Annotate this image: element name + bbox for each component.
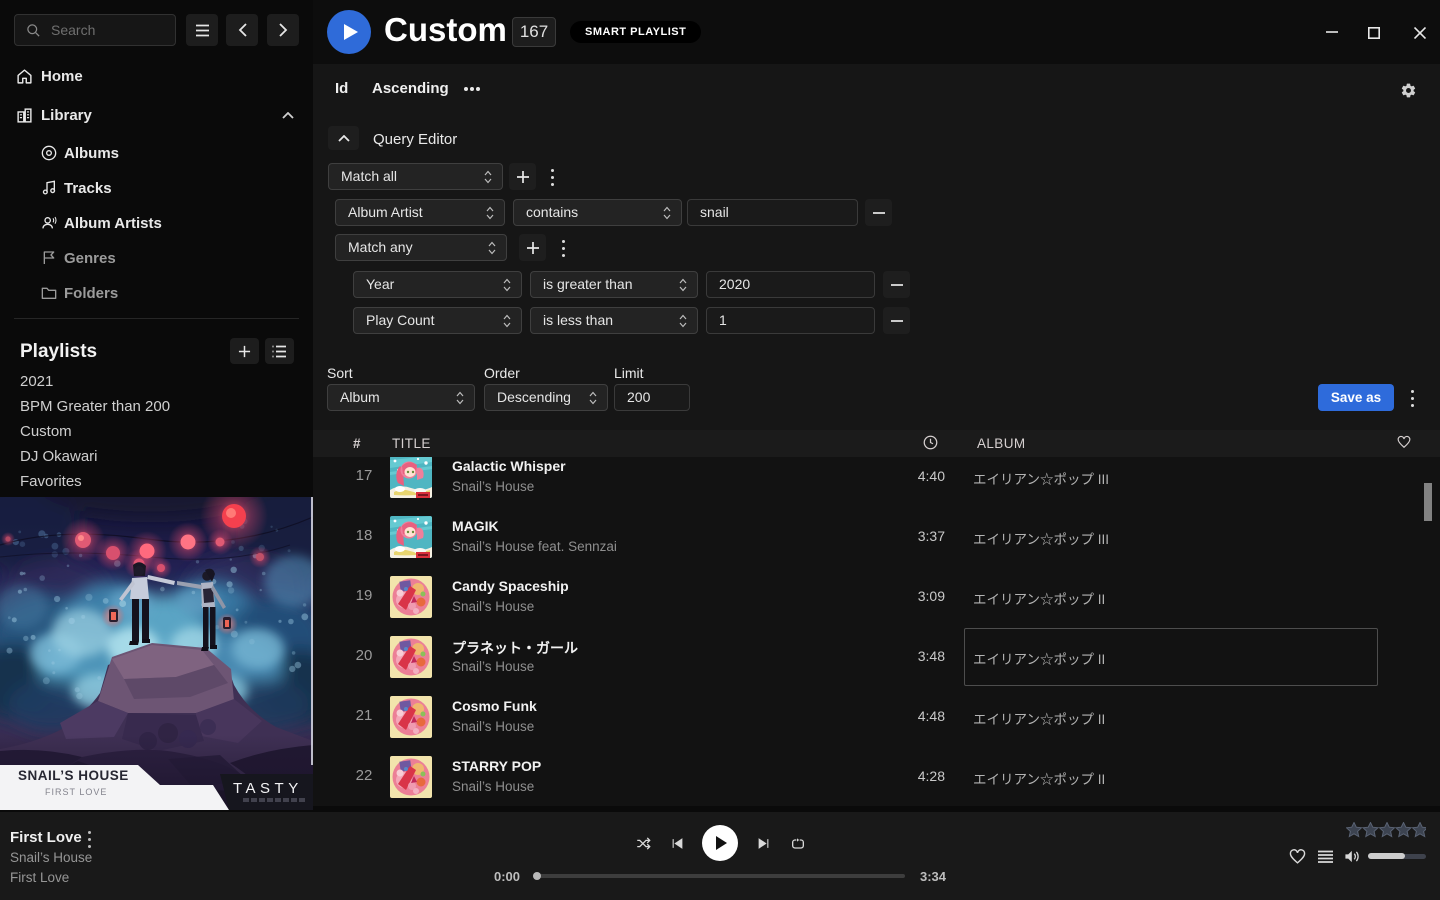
svg-text:FIRST LOVE: FIRST LOVE	[45, 787, 107, 797]
svg-text:SNAIL’S HOUSE: SNAIL’S HOUSE	[18, 768, 129, 783]
svg-text:TASTY: TASTY	[233, 780, 303, 797]
